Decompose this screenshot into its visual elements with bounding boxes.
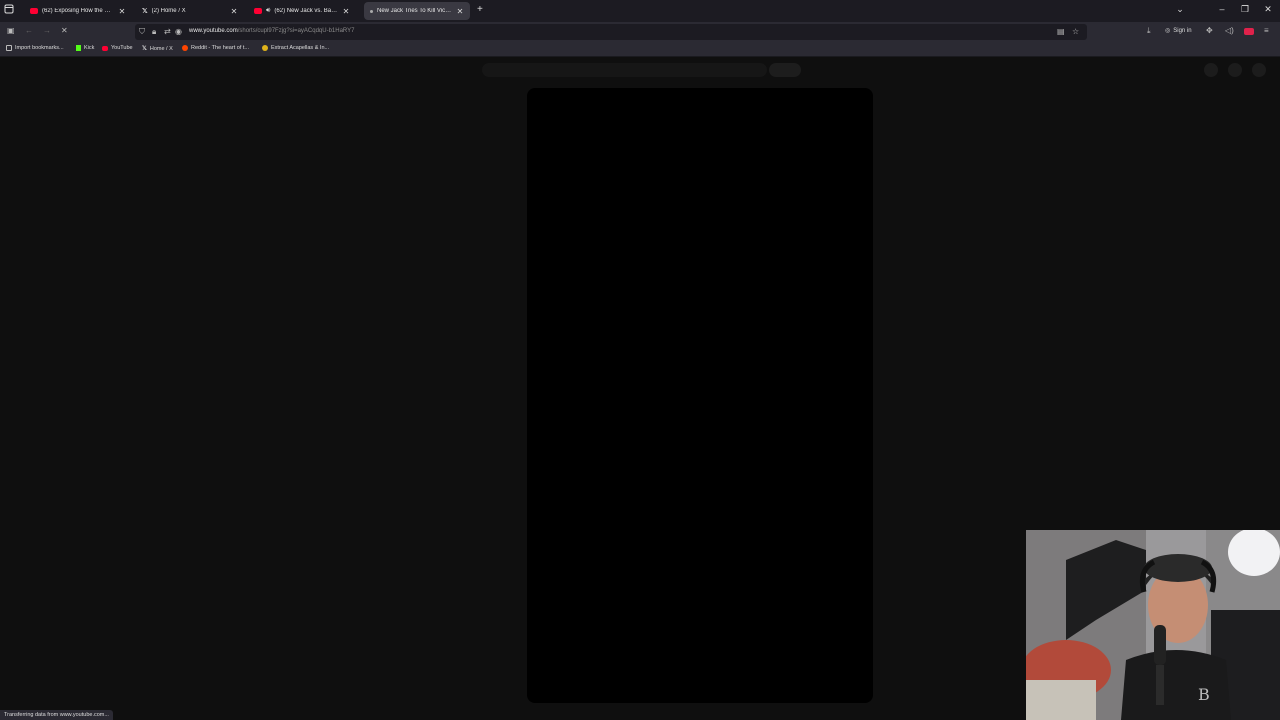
navigation-bar: ▣ ← → ✕ ⛉ 🔒︎ ⇄ ◉ www.youtube.com/shorts/… [0, 22, 1280, 42]
autoplay-icon[interactable]: ◉ [175, 27, 182, 36]
create-button-placeholder [1204, 63, 1218, 77]
back-button[interactable]: ← [25, 26, 33, 35]
bookmark-label: YouTube [111, 45, 133, 51]
svg-text:B: B [1198, 685, 1210, 704]
bookmark-import[interactable]: Import bookmarks... [6, 45, 64, 51]
url-path: /shorts/cupl97Fzjg?si=ayACqdqU-b1HaRY7 [237, 28, 355, 34]
bookmark-label: Kick [84, 45, 95, 51]
lock-icon[interactable]: 🔒︎ [152, 27, 156, 37]
x-icon: 𝕏 [142, 8, 148, 15]
window-close-button[interactable]: ✕ [1261, 4, 1275, 15]
extract-icon [262, 45, 268, 51]
shield-icon[interactable]: ⛉ [139, 27, 145, 37]
sidebar-icon[interactable]: ▣ [7, 26, 15, 35]
chevron-down-icon[interactable]: ⌄ [1173, 4, 1187, 15]
avatar-placeholder [1252, 63, 1266, 77]
tab-exposing[interactable]: (62) Exposing How the US Gove ✕ [24, 2, 132, 20]
bookmarks-toolbar: Import bookmarks... Kick YouTube 𝕏 Home … [0, 42, 1280, 57]
download-icon[interactable]: ⤓ [1147, 26, 1151, 36]
stop-loading-button[interactable]: ✕ [61, 26, 68, 35]
close-icon[interactable]: ✕ [342, 7, 350, 16]
permissions-icon[interactable]: ⇄ [164, 27, 171, 36]
bookmark-star-icon[interactable]: ☆ [1072, 27, 1079, 36]
list-all-tabs-icon[interactable] [4, 4, 14, 14]
youtube-icon [102, 45, 108, 51]
tab-label: (2) Home / X [151, 8, 186, 14]
restore-button[interactable]: ❐ [1238, 4, 1252, 15]
speaker-icon[interactable]: ◁) [1225, 26, 1234, 35]
tab-new-jack-vic[interactable]: New Jack Tries To Kill Vic Grime ✕ [364, 2, 470, 20]
x-icon: 𝕏 [142, 46, 147, 52]
shorts-video-player[interactable] [527, 88, 873, 703]
youtube-icon [254, 8, 262, 14]
search-button-placeholder [769, 63, 801, 77]
loading-icon [370, 9, 373, 13]
import-icon [6, 45, 12, 51]
bookmark-label: Import bookmarks... [15, 45, 64, 51]
tab-label: (62) New Jack vs. Balls Mah [274, 8, 338, 14]
bookmark-home-x[interactable]: 𝕏 Home / X [142, 45, 173, 53]
webcam-overlay: B [1026, 530, 1280, 720]
notifications-placeholder [1228, 63, 1242, 77]
url-text[interactable]: www.youtube.com/shorts/cupl97Fzjg?si=ayA… [189, 28, 355, 34]
extension-badge-icon[interactable] [1244, 28, 1254, 35]
new-tab-button[interactable]: + [477, 4, 483, 15]
close-icon[interactable]: ✕ [456, 7, 464, 16]
bookmark-label: Reddit - The heart of t... [191, 45, 249, 51]
tab-label: (62) Exposing How the US Gove [42, 8, 114, 14]
status-panel: Transferring data from www.youtube.com..… [0, 710, 113, 720]
minimize-button[interactable]: – [1215, 4, 1229, 14]
bookmark-label: Home / X [149, 45, 173, 52]
tab-label: New Jack Tries To Kill Vic Grime [377, 8, 452, 14]
menu-icon[interactable]: ≡ [1264, 26, 1269, 35]
reader-view-icon[interactable]: ▤ [1057, 27, 1065, 36]
close-icon[interactable]: ✕ [118, 7, 126, 16]
youtube-icon [30, 8, 38, 14]
bookmark-youtube[interactable]: YouTube [102, 45, 133, 51]
webcam-image: B [1026, 530, 1280, 720]
sign-in-label: Sign in [1173, 27, 1192, 34]
account-icon: ◎ [1165, 28, 1171, 34]
extensions-icon[interactable]: ✥ [1206, 26, 1213, 35]
address-bar[interactable]: ⛉ 🔒︎ ⇄ ◉ www.youtube.com/shorts/cupl97Fz… [135, 24, 1087, 40]
sign-in-button[interactable]: ◎ Sign in [1165, 27, 1192, 35]
url-host: www.youtube.com [189, 28, 238, 34]
tab-strip: (62) Exposing How the US Gove ✕ 𝕏 (2) Ho… [0, 0, 1280, 22]
tab-home-x[interactable]: 𝕏 (2) Home / X ✕ [136, 2, 244, 20]
tab-new-jack-balls[interactable]: 🔊︎ (62) New Jack vs. Balls Mah ✕ [248, 2, 356, 20]
close-icon[interactable]: ✕ [230, 7, 238, 16]
bookmark-label: Extract Acapellas & In... [271, 45, 330, 51]
forward-button[interactable]: → [43, 26, 51, 35]
bookmark-extract[interactable]: Extract Acapellas & In... [262, 45, 329, 51]
reddit-icon [182, 45, 188, 51]
kick-icon [76, 45, 81, 51]
search-input-placeholder [482, 63, 767, 77]
speaker-icon[interactable]: 🔊︎ [266, 7, 270, 15]
bookmark-reddit[interactable]: Reddit - The heart of t... [182, 45, 249, 51]
bookmark-kick[interactable]: Kick [76, 45, 94, 51]
